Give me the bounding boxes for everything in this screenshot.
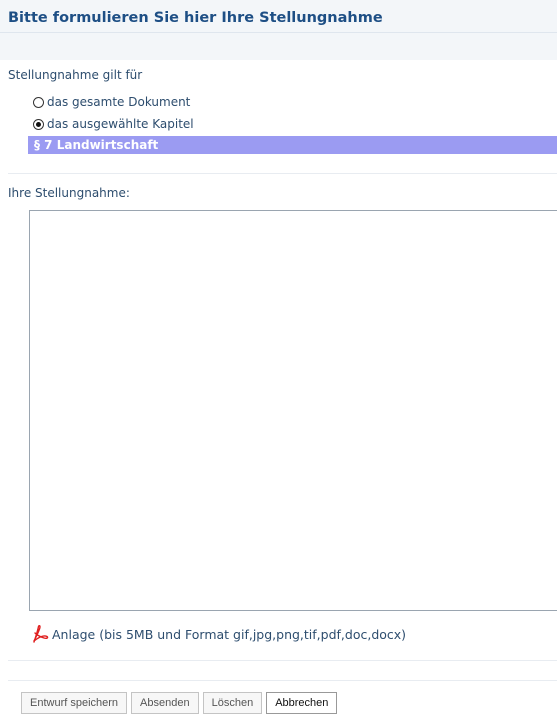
delete-button[interactable]: Löschen	[202, 692, 263, 714]
pdf-icon	[31, 624, 49, 644]
cancel-button[interactable]: Abbrechen	[266, 692, 338, 714]
radio-whole-document[interactable]: das gesamte Dokument	[33, 94, 190, 110]
header-divider	[0, 32, 557, 33]
button-bar: Entwurf speichern Absenden Löschen Abbre…	[21, 692, 341, 714]
button-bar-divider	[8, 680, 557, 681]
radio-selected-chapter[interactable]: das ausgewählte Kapitel	[33, 116, 194, 132]
radio-button-checked[interactable]	[33, 118, 44, 130]
attachment-divider	[8, 660, 557, 661]
submit-button[interactable]: Absenden	[131, 692, 199, 714]
radio-label-whole-document: das gesamte Dokument	[47, 95, 191, 109]
attachment-label: Anlage (bis 5MB und Format gif,jpg,png,t…	[52, 627, 407, 642]
section-divider	[8, 173, 557, 174]
save-draft-button[interactable]: Entwurf speichern	[21, 692, 128, 714]
radio-label-selected-chapter: das ausgewählte Kapitel	[47, 117, 194, 131]
comment-textarea[interactable]	[29, 210, 557, 611]
comment-label: Ihre Stellungnahme:	[8, 186, 130, 200]
scope-label: Stellungnahme gilt für	[8, 68, 143, 82]
selected-chapter-bar: § 7 Landwirtschaft	[28, 136, 557, 154]
attachment-link[interactable]: Anlage (bis 5MB und Format gif,jpg,png,t…	[31, 624, 406, 644]
radio-button-unchecked[interactable]	[33, 96, 44, 108]
header-band: Bitte formulieren Sie hier Ihre Stellung…	[0, 0, 557, 60]
form-title: Bitte formulieren Sie hier Ihre Stellung…	[8, 10, 383, 26]
